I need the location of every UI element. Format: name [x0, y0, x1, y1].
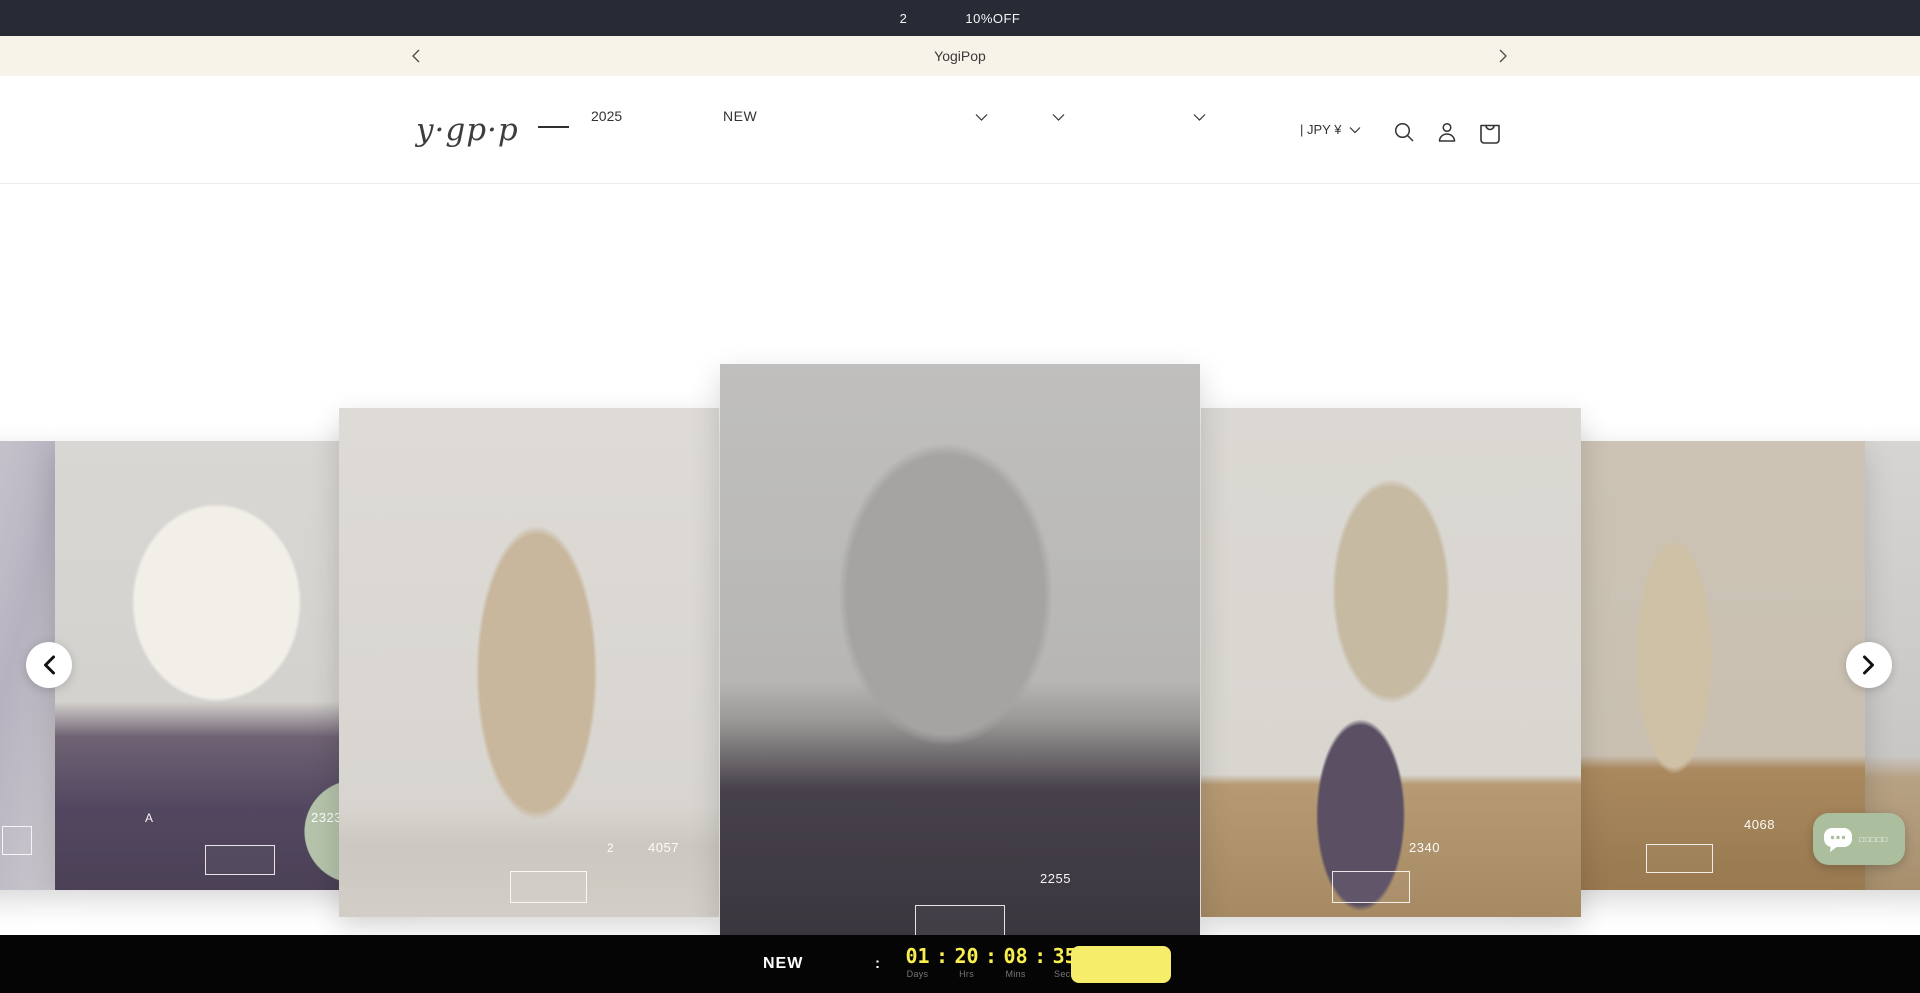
nav-item-2025[interactable]: 2025 [591, 108, 622, 130]
slide-badge: 2 [607, 841, 614, 855]
carousel-next-button[interactable] [1846, 642, 1892, 688]
carousel-prev-button[interactable] [26, 642, 72, 688]
chat-widget-button[interactable]: □□□□□ [1813, 813, 1905, 865]
store-logo[interactable]: y·gp·p [416, 112, 519, 148]
chevron-down-icon [1193, 113, 1207, 122]
chevron-left-icon [42, 655, 56, 675]
slide-cta-button[interactable] [205, 845, 275, 875]
cart-icon [1478, 120, 1502, 145]
nav-dropdown-2[interactable] [1052, 113, 1066, 123]
countdown-colon: : [985, 946, 997, 967]
slide-number: 2323 [311, 810, 342, 825]
countdown-colon: : [1034, 946, 1046, 967]
account-button[interactable] [1433, 118, 1461, 146]
nav-dropdown-1[interactable] [975, 113, 989, 123]
slide-cta-button[interactable] [1332, 871, 1410, 903]
nav-dropdown-3[interactable] [1193, 113, 1207, 123]
countdown-mins-value: 08 [1004, 946, 1028, 967]
nav-item-home[interactable] [538, 108, 569, 128]
hero-carousel: A 2323 2 4057 2255 2340 4068 [0, 184, 1920, 935]
countdown-days: 01 Days [903, 946, 932, 979]
announcement-bar: YogiPop [0, 36, 1920, 76]
announcement-prev-button[interactable] [404, 44, 428, 68]
carousel-slide-right-1[interactable]: 2340 [1201, 408, 1581, 917]
countdown-timer: 01 Days : 20 Hrs : 08 Mins : 35 Secs [903, 946, 1079, 979]
currency-label: | JPY ¥ [1300, 122, 1341, 137]
countdown-mins: 08 Mins [1001, 946, 1030, 979]
announcement-next-button[interactable] [1491, 44, 1515, 68]
slide-cta-button[interactable] [510, 871, 587, 903]
countdown-hrs: 20 Hrs [952, 946, 981, 979]
chat-widget-label: □□□□□ [1859, 835, 1888, 844]
nav-item-new[interactable]: NEW [723, 108, 757, 130]
slide-badge: A [145, 811, 153, 825]
countdown-mins-label: Mins [1005, 969, 1025, 979]
carousel-slide-center[interactable]: 2255 [720, 364, 1200, 940]
slide-cta-button[interactable] [2, 826, 32, 855]
chevron-down-icon [1349, 126, 1361, 134]
chevron-right-icon [1862, 655, 1876, 675]
search-button[interactable] [1390, 118, 1418, 146]
storefront-page: 2 10%OFF YogiPop y·gp·p 2025 NEW [0, 0, 1920, 993]
chat-bubble-icon [1823, 825, 1853, 853]
slide-number: 2255 [1040, 871, 1071, 886]
slide-number: 4057 [648, 840, 679, 855]
announcement-text: YogiPop [934, 48, 986, 64]
countdown-hrs-label: Hrs [959, 969, 974, 979]
cart-button[interactable] [1476, 118, 1504, 146]
utility-bar-discount-text: 10%OFF [965, 11, 1020, 26]
countdown-hrs-value: 20 [955, 946, 979, 967]
promo-separator: : [875, 955, 880, 972]
carousel-slide-left-1[interactable]: 2 4057 [339, 408, 719, 917]
slide-number: 4068 [1744, 817, 1775, 832]
countdown-colon: : [936, 946, 948, 967]
countdown-days-label: Days [907, 969, 929, 979]
utility-bar: 2 10%OFF [0, 0, 1920, 36]
slide-cta-button[interactable] [1646, 844, 1713, 873]
chevron-down-icon [1052, 113, 1066, 122]
promo-cta-button[interactable] [1071, 946, 1171, 983]
currency-selector[interactable]: | JPY ¥ [1300, 122, 1361, 137]
slide-number: 2340 [1409, 840, 1440, 855]
search-icon [1392, 120, 1416, 144]
site-header [0, 76, 1920, 184]
chevron-down-icon [975, 113, 989, 122]
promo-countdown-bar: NEW : 01 Days : 20 Hrs : 08 Mins : 35 Se… [0, 935, 1920, 993]
chevron-right-icon [1498, 49, 1508, 63]
account-icon [1435, 120, 1459, 144]
utility-bar-text-1: 2 [900, 11, 908, 26]
promo-title: NEW [763, 955, 803, 973]
countdown-days-value: 01 [905, 946, 929, 967]
chevron-left-icon [411, 49, 421, 63]
